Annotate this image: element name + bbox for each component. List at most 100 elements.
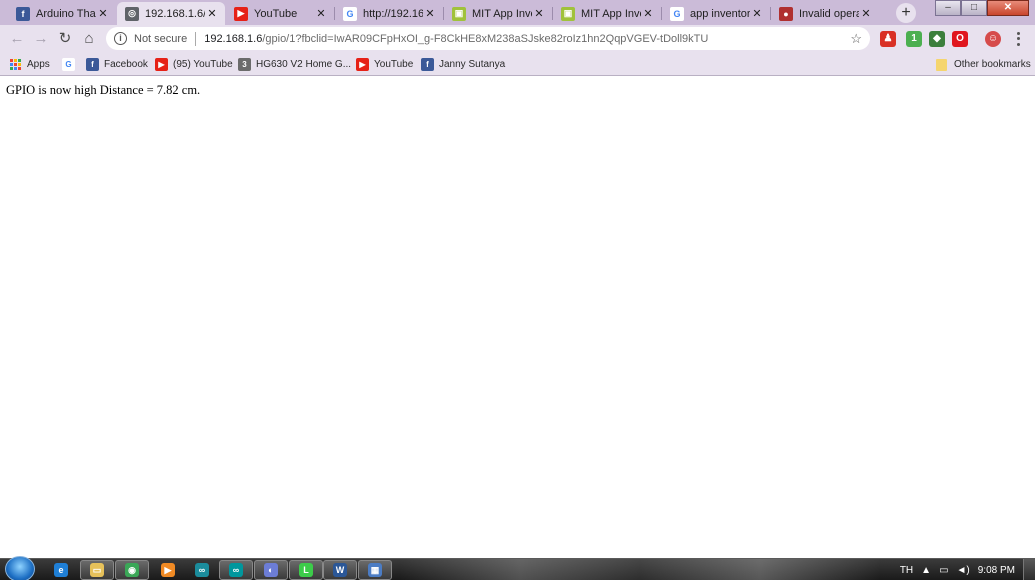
browser-toolbar: ← → ↻ ⌂ i Not secure 192.168.1.6 /gpio/1…	[0, 25, 1035, 53]
tab-3[interactable]: ▶ YouTube ✕	[226, 2, 334, 25]
globe-icon: ◎	[125, 6, 139, 21]
tab-7[interactable]: Gapp inventor if✕	[662, 2, 770, 25]
tab-title: MIT App Inventor	[581, 7, 641, 20]
maximize-button[interactable]: □	[961, 0, 987, 16]
bookmark-7[interactable]: f Janny Sutanya	[421, 57, 505, 72]
taskbar-monitor-app-button[interactable]: ▦	[358, 560, 392, 580]
bookmark-4[interactable]: ▶ (95) YouTube	[155, 57, 233, 72]
tab-close-icon[interactable]: ✕	[641, 7, 655, 20]
profile-avatar-icon[interactable]: ☺	[985, 31, 1001, 47]
bookmark-label: HG630 V2 Home G...	[256, 59, 352, 70]
line-icon: L	[299, 563, 313, 577]
page-content: GPIO is now high Distance = 7.82 cm.	[0, 77, 1035, 558]
tab-title: app inventor if	[690, 7, 750, 20]
arduino-icon: ∞	[195, 563, 209, 577]
tab-close-icon[interactable]: ✕	[859, 7, 873, 20]
taskbar-background	[400, 559, 880, 580]
bookmark-label: Facebook	[104, 59, 148, 70]
tab-2[interactable]: ◎ 192.168.1.6/gpio✕	[117, 2, 225, 25]
bookmark-6[interactable]: ▶ YouTube	[356, 57, 413, 72]
browser-menu-button[interactable]	[1013, 31, 1023, 47]
tray-expand-icon[interactable]: ▲	[921, 565, 931, 576]
opera-extension-icon[interactable]: O	[952, 31, 968, 47]
tab-close-icon[interactable]: ✕	[750, 7, 764, 20]
folder-icon	[936, 58, 947, 71]
apps-grid-icon	[10, 59, 21, 70]
facebook-icon: f	[421, 58, 434, 71]
minimize-button[interactable]: –	[935, 0, 961, 16]
bookmark-3[interactable]: f Facebook	[86, 57, 148, 72]
clock[interactable]: 9:08 PM	[978, 565, 1015, 576]
tab-1[interactable]: f Arduino Thailand✕	[8, 2, 116, 25]
windows-taskbar: e ▭ ◉ ▶ ∞ ∞ ◐ L W ▦ TH ▲ ▭ ◄) 9:08 PM	[0, 556, 1035, 580]
red-person-extension-icon[interactable]: ♟	[880, 31, 896, 47]
info-icon[interactable]: i	[114, 32, 127, 45]
globe-extension-icon[interactable]: ◆	[929, 31, 945, 47]
back-button[interactable]: ←	[6, 29, 28, 49]
taskbar-ie-button[interactable]: e	[44, 560, 78, 580]
show-desktop-button[interactable]	[1023, 559, 1035, 580]
gpio-status-text: GPIO is now high Distance = 7.82 cm.	[6, 83, 201, 97]
bookmark-label: (95) YouTube	[173, 59, 233, 70]
ie-icon: e	[54, 563, 68, 577]
tab-close-icon[interactable]: ✕	[205, 7, 219, 20]
tab-6[interactable]: ▣ MIT App Inventor✕	[553, 2, 661, 25]
tab-5[interactable]: ▣ MIT App Inventor✕	[444, 2, 552, 25]
taskbar-arduino-ide-button[interactable]: ∞	[219, 560, 253, 580]
tab-8[interactable]: ● Invalid operand✕	[771, 2, 879, 25]
tab-title: Arduino Thailand	[36, 7, 96, 20]
word-icon: W	[333, 563, 347, 577]
home-button[interactable]: ⌂	[78, 29, 100, 49]
taskbar-explorer-folder-button[interactable]: ▭	[80, 560, 114, 580]
monitor-app-icon: ▦	[368, 563, 382, 577]
taskbar-chrome-button[interactable]: ◉	[115, 560, 149, 580]
router-icon: 3	[238, 58, 251, 71]
discord-icon: ◐	[264, 563, 278, 577]
omnibox-divider	[195, 31, 197, 46]
mit-app-inventor-icon: ▣	[452, 6, 466, 21]
translate-extension-icon[interactable]: 1	[906, 31, 922, 47]
forward-button[interactable]: →	[30, 29, 52, 49]
volume-icon[interactable]: ◄)	[957, 565, 970, 576]
google-icon: G	[343, 6, 357, 21]
tab-title: MIT App Inventor	[472, 7, 532, 20]
taskbar-discord-button[interactable]: ◐	[254, 560, 288, 580]
taskbar-line-button[interactable]: L	[289, 560, 323, 580]
tab-title: Invalid operand	[799, 7, 859, 20]
bookmark-5[interactable]: 3 HG630 V2 Home G...	[238, 57, 351, 72]
close-window-button[interactable]: ✕	[987, 0, 1029, 16]
bookmarks-bar: Apps Gf Facebook ▶ (95) YouTube 3 HG630 V2 Hom…	[0, 53, 1035, 76]
google-icon: G	[670, 6, 684, 21]
taskbar-arduino-button[interactable]: ∞	[185, 560, 219, 580]
bookmark-label: Apps	[27, 59, 50, 70]
language-indicator[interactable]: TH	[900, 565, 913, 576]
new-tab-button[interactable]: +	[896, 3, 916, 23]
reload-button[interactable]: ↻	[54, 29, 76, 49]
tab-close-icon[interactable]: ✕	[96, 7, 110, 20]
start-button[interactable]	[5, 556, 35, 580]
google-icon: G	[62, 58, 75, 71]
other-bookmarks-label: Other bookmarks	[954, 59, 1031, 70]
network-icon[interactable]: ▭	[939, 565, 948, 576]
address-bar[interactable]: i Not secure 192.168.1.6 /gpio/1?fbclid=…	[106, 27, 870, 50]
other-bookmarks-folder[interactable]: Other bookmarks	[936, 57, 1031, 72]
bookmark-label: YouTube	[374, 59, 414, 70]
security-status[interactable]: Not secure	[134, 33, 187, 45]
window-controls: – □ ✕	[935, 0, 1029, 16]
bookmark-1[interactable]: Apps	[10, 57, 50, 72]
tab-close-icon[interactable]: ✕	[314, 7, 328, 20]
appinventor-forum-icon: ●	[779, 6, 793, 21]
chrome-icon: ◉	[125, 563, 139, 577]
tab-close-icon[interactable]: ✕	[423, 7, 437, 20]
arduino-ide-icon: ∞	[229, 563, 243, 577]
tab-4[interactable]: Ghttp://192.168.1.6✕	[335, 2, 443, 25]
bookmark-2[interactable]: G	[62, 57, 80, 72]
tab-close-icon[interactable]: ✕	[532, 7, 546, 20]
tab-title: http://192.168.1.6	[363, 7, 423, 20]
url-host: 192.168.1.6	[204, 32, 263, 45]
mit-app-inventor-icon: ▣	[561, 6, 575, 21]
bookmark-star-icon[interactable]: ☆	[850, 31, 862, 47]
taskbar-media-player-button[interactable]: ▶	[151, 560, 185, 580]
youtube-icon: ▶	[234, 6, 248, 21]
taskbar-word-button[interactable]: W	[323, 560, 357, 580]
